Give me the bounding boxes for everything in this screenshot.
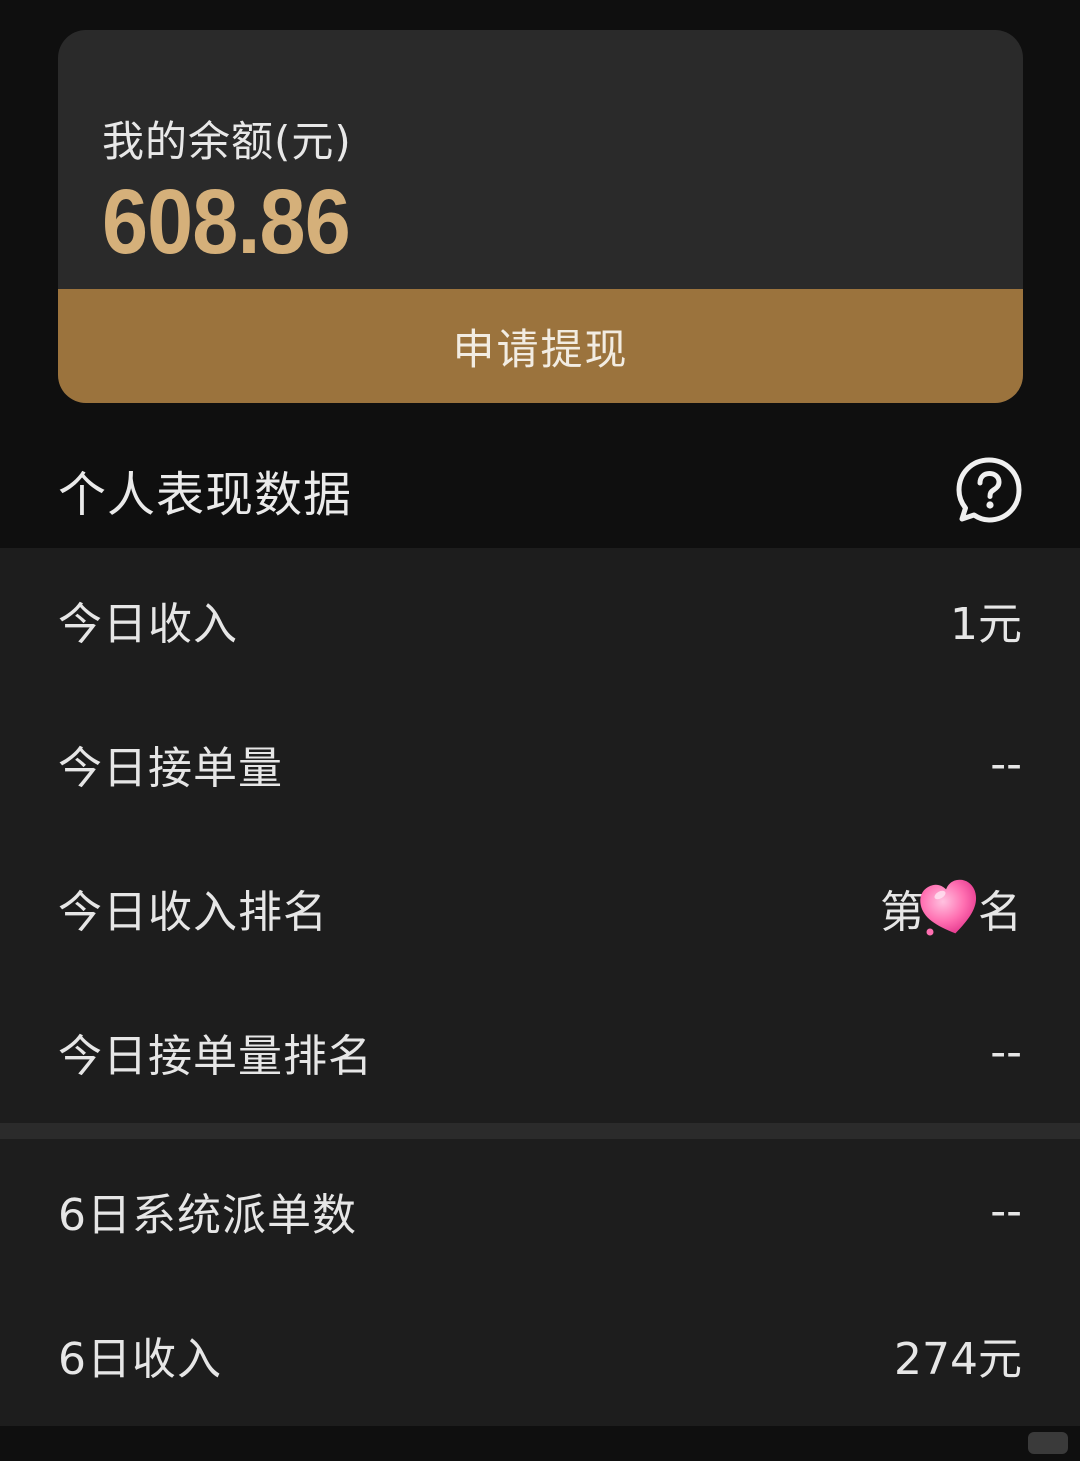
stat-row-6day-income: 6日收入 274元 [0,1283,1080,1427]
six-day-stats-panel: 6日系统派单数 -- 6日收入 274元 [0,1139,1080,1426]
stat-label: 今日接单量 [58,743,283,794]
stat-label: 今日收入 [58,599,238,650]
rank-value: 第 名 [880,876,1022,940]
stat-label: 今日接单量排名 [58,1031,373,1082]
stat-label: 6日系统派单数 [58,1190,357,1241]
balance-label: 我的余额(元) [102,117,352,166]
balance-amount: 608.86 [102,171,351,273]
today-stats-panel: 今日收入 1元 今日接单量 -- 今日收入排名 第 名 今日接单量排名 -- [0,548,1080,1123]
stat-label: 今日收入排名 [58,887,328,938]
question-bubble-icon[interactable] [954,455,1024,525]
stat-value: 274元 [894,1334,1022,1385]
stat-value: -- [990,738,1022,790]
stat-row-6day-dispatched: 6日系统派单数 -- [0,1139,1080,1283]
section-divider [0,1123,1080,1139]
stat-row-today-orders: 今日接单量 -- [0,692,1080,836]
stat-row-today-income: 今日收入 1元 [0,548,1080,692]
stat-value: 1元 [950,599,1022,650]
stat-label: 6日收入 [58,1334,222,1385]
rank-suffix: 名 [978,887,1022,938]
withdraw-button[interactable]: 申请提现 [58,289,1023,403]
section-header: 个人表现数据 [0,403,1080,548]
stat-row-today-orders-rank: 今日接单量排名 -- [0,980,1080,1124]
section-title: 个人表现数据 [58,467,353,523]
pink-heart-icon [920,879,977,936]
watermark-logo [1028,1432,1068,1454]
balance-card: 我的余额(元) 608.86 申请提现 [58,30,1023,403]
stat-row-today-income-rank: 今日收入排名 第 名 [0,836,1080,980]
bottom-bar [0,1426,1080,1461]
stat-value: -- [990,1026,1022,1078]
stat-value: -- [990,1185,1022,1237]
